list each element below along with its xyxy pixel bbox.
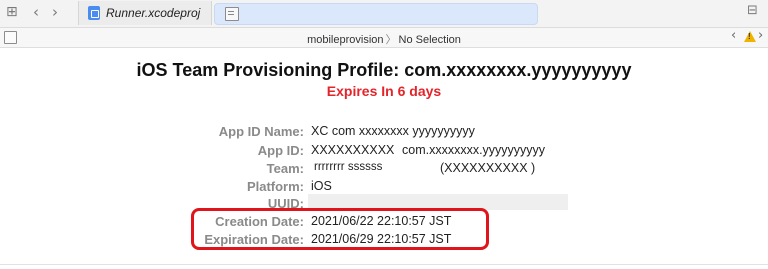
page-title: iOS Team Provisioning Profile: com.xxxxx… [136, 60, 632, 80]
warning-icon[interactable] [744, 31, 756, 42]
app-id-prefix: XXXXXXXXXX [311, 143, 395, 157]
app-id-name-value: XC com xxxxxxxx yyyyyyyyyy [311, 124, 475, 138]
next-issue-icon[interactable]: › [758, 28, 763, 43]
add-editor-icon[interactable]: ⊟ [747, 3, 758, 18]
divider [0, 264, 768, 265]
dates-highlight-box [191, 208, 489, 250]
tab-mobileprovision[interactable] [214, 3, 538, 25]
platform-value: iOS [311, 179, 332, 193]
chevron-right-icon: 〉 [385, 34, 397, 46]
app-id-bundle: com.xxxxxxxx.yyyyyyyyyy [402, 143, 546, 157]
previous-issue-icon[interactable]: ‹ [731, 28, 736, 43]
forward-arrow-icon[interactable]: › [52, 3, 58, 21]
app-id-name-label: App ID Name: [218, 124, 304, 139]
team-name: rrrrrrrr ssssss [314, 161, 383, 173]
tab-runner-xcodeproj[interactable]: Runner.xcodeproj [78, 1, 212, 25]
team-id: (XXXXXXXXXX ) [440, 161, 536, 175]
breadcrumb-file[interactable]: mobileprovision [307, 34, 383, 46]
breadcrumb: mobileprovision 〉 No Selection [0, 31, 768, 47]
breadcrumb-selection[interactable]: No Selection [399, 34, 461, 46]
platform-label: Platform: [246, 179, 304, 194]
tab-label: Runner.xcodeproj [106, 6, 201, 20]
xcodeproj-icon [88, 6, 100, 20]
app-id-label: App ID: [257, 143, 304, 158]
grid-menu-icon[interactable]: ⊞ [6, 4, 18, 20]
back-arrow-icon[interactable]: ‹ [33, 3, 39, 21]
team-label: Team: [266, 161, 304, 176]
expiration-warning: Expires In 6 days [326, 83, 442, 99]
jump-bar: mobileprovision〉No Selection ‹ › [0, 28, 768, 48]
tab-bar: ⊞ ‹ › Runner.xcodeproj ⊟ [0, 0, 768, 28]
certificate-icon [225, 7, 239, 21]
